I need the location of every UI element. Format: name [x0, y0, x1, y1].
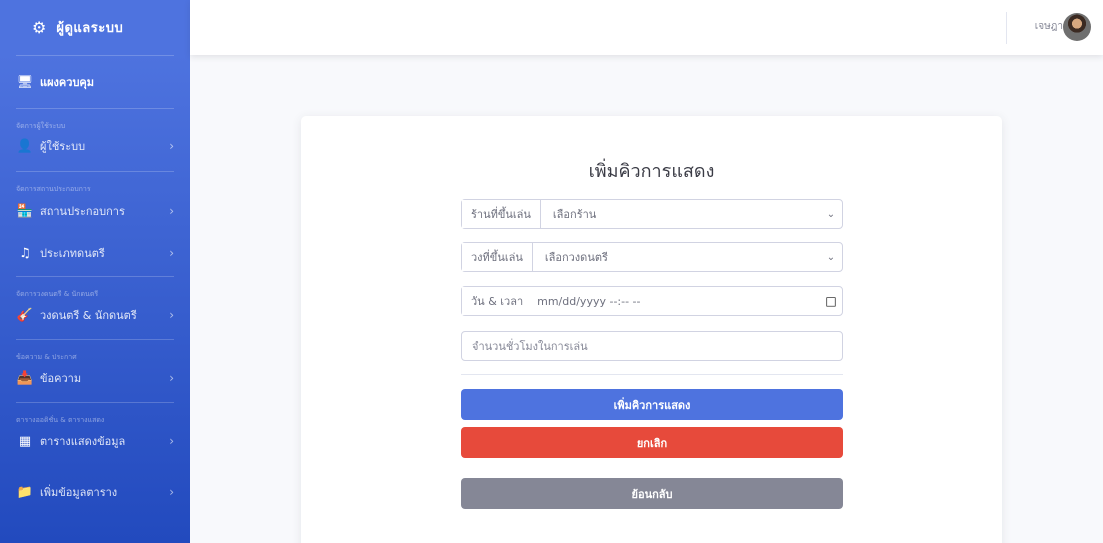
chevron-right-icon: › — [169, 139, 174, 153]
sidebar-item-label: ผู้ใช้ระบบ — [40, 140, 86, 153]
page-title: เพิ่มคิวการแสดง — [588, 161, 715, 182]
cog-icon: ⚙ — [32, 18, 47, 37]
band-label: วงที่ขึ้นเล่น — [462, 243, 533, 271]
sidebar-item-label: ข้อความ — [40, 372, 82, 385]
sidebar-item-label: สถานประกอบการ — [40, 205, 125, 218]
venue-label: ร้านที่ขึ้นเล่น — [462, 200, 541, 228]
sidebar-item-label: ตารางแสดงข้อมูล — [40, 435, 126, 448]
sidebar-item-dashboard[interactable]: 🖥 แผงควบคุม — [0, 56, 190, 108]
datetime-label: วัน & เวลา — [462, 287, 538, 315]
chevron-down-icon: ⌄ — [826, 251, 836, 263]
venue-select[interactable]: ร้านที่ขึ้นเล่น เลือกร้าน ⌄ — [461, 199, 843, 229]
sidebar-item-schedule-add[interactable]: 📁 เพิ่มข้อมูลตาราง › — [0, 469, 190, 515]
chevron-right-icon: › — [169, 371, 174, 385]
user-icon: 👤 — [16, 138, 34, 154]
sidebar-heading: ข้อความ & ประกาศ — [16, 353, 77, 361]
sidebar-item-schedule-view[interactable]: ▦ ตารางแสดงข้อมูล › — [0, 423, 190, 459]
hours-field[interactable]: จำนวนชั่วโมงในการเล่น — [461, 331, 843, 361]
brand-title: ผู้ดูแลระบบ — [56, 21, 124, 36]
table-icon: ▦ — [18, 433, 32, 449]
topbar: เจษฎา — [190, 0, 1103, 55]
store-icon: 🏪 — [16, 203, 34, 219]
sidebar-heading: จัดการสถานประกอบการ — [16, 185, 91, 193]
sidebar-item-music-types[interactable]: ♫ ประเภทดนตรี › — [0, 230, 190, 276]
chevron-right-icon: › — [169, 204, 174, 218]
sidebar-item-label: วงดนตรี & นักดนตรี — [40, 309, 137, 322]
sidebar-item-users[interactable]: 👤 ผู้ใช้ระบบ › — [0, 129, 190, 163]
music-icon: ♫ — [19, 245, 31, 261]
topbar-divider — [1006, 12, 1007, 44]
sidebar-item-bands[interactable]: 🎸 วงดนตรี & นักดนตรี › — [0, 297, 190, 333]
chevron-right-icon: › — [169, 246, 174, 260]
calendar-icon[interactable]: □ — [820, 294, 842, 308]
sidebar-item-venues[interactable]: 🏪 สถานประกอบการ › — [0, 192, 190, 230]
venue-select-value: เลือกร้าน — [552, 208, 597, 221]
band-select-value: เลือกวงดนตรี — [544, 251, 608, 264]
back-button[interactable]: ย้อนกลับ — [461, 478, 843, 509]
chevron-right-icon: › — [169, 485, 174, 499]
guitar-icon: 🎸 — [16, 307, 34, 323]
sidebar-item-messages[interactable]: 📥 ข้อความ › — [0, 360, 190, 396]
sidebar-item-label: เพิ่มข้อมูลตาราง — [40, 486, 118, 499]
sidebar-item-label: ประเภทดนตรี — [40, 247, 105, 260]
chevron-right-icon: › — [169, 434, 174, 448]
hours-input[interactable]: จำนวนชั่วโมงในการเล่น — [462, 337, 588, 355]
sidebar-heading: จัดการวงดนตรี & นักดนตรี — [16, 290, 99, 298]
add-show-button[interactable]: เพิ่มคิวการแสดง — [461, 389, 843, 420]
add-show-card: เพิ่มคิวการแสดง ร้านที่ขึ้นเล่น เลือกร้า… — [301, 116, 1002, 543]
monitor-icon: 🖥 — [16, 74, 34, 90]
folder-plus-icon: 📁 — [16, 484, 34, 500]
cancel-button[interactable]: ยกเลิก — [461, 427, 843, 458]
chevron-down-icon: ⌄ — [826, 208, 836, 220]
sidebar-item-label: แผงควบคุม — [40, 76, 95, 89]
inbox-icon: 📥 — [16, 370, 34, 386]
sidebar-heading: ตารางออดิชั่น & ตารางแสดง — [16, 416, 105, 424]
band-select[interactable]: วงที่ขึ้นเล่น เลือกวงดนตรี ⌄ — [461, 242, 843, 272]
brand[interactable]: ⚙ ผู้ดูแลระบบ — [0, 0, 190, 55]
chevron-right-icon: › — [169, 308, 174, 322]
sidebar: ⚙ ผู้ดูแลระบบ 🖥 แผงควบคุม จัดการผู้ใช้ระ… — [0, 0, 190, 543]
sidebar-heading: จัดการผู้ใช้ระบบ — [16, 122, 66, 130]
user-name[interactable]: เจษฎา — [1035, 19, 1063, 34]
form-divider — [461, 374, 843, 375]
datetime-field[interactable]: วัน & เวลา mm/dd/yyyy --:-- -- □ — [461, 286, 843, 316]
avatar[interactable] — [1063, 13, 1091, 41]
datetime-input[interactable]: mm/dd/yyyy --:-- -- — [537, 295, 820, 308]
